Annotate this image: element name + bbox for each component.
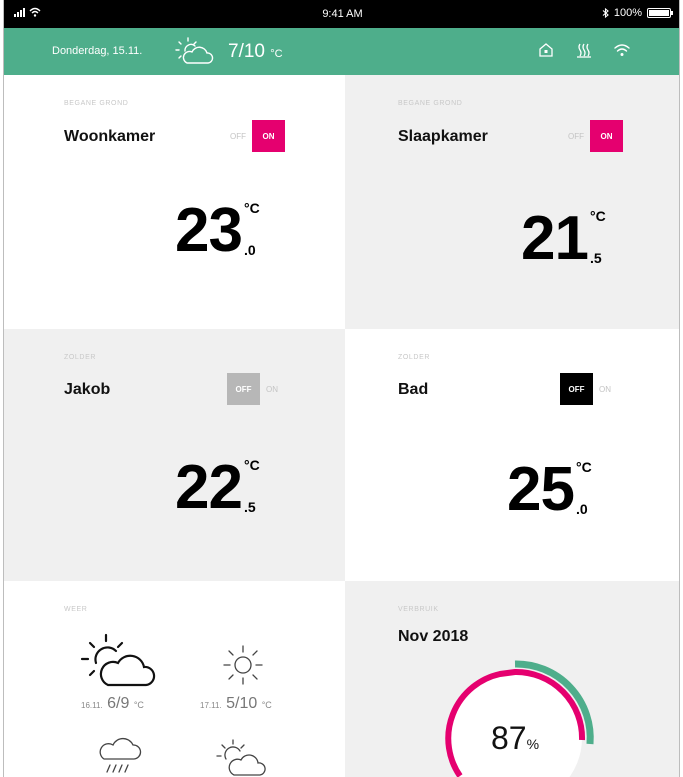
battery-percent: 100% [613,7,642,19]
temp-unit: °C [243,457,260,473]
usage-gauge [445,660,594,777]
partly-cloudy-icon [175,37,214,64]
toggle-off[interactable]: OFF [230,132,246,141]
temp-decimal: .5 [589,250,602,266]
weather-tile[interactable]: WEER 16.11. 6/9 °C 17.11. 5/10 °C [4,581,345,777]
usage-label: VERBRUIK [398,606,439,613]
temp-unit: °C [589,208,606,224]
toggle-off[interactable]: OFF [560,373,593,405]
room-temperature: 23 °C .0 [175,200,260,262]
room-tile-bad[interactable]: ZOLDER Bad OFF ON 25 °C .0 [345,329,679,581]
room-tile-slaapkamer[interactable]: BEGANE GROND Slaapkamer OFF ON 21 °C .5 [345,75,679,329]
usage-percent-value: 87 [491,720,527,756]
toggle-off[interactable]: OFF [568,132,584,141]
header-temp-unit: °C [270,48,283,60]
room-temperature: 25 °C .0 [507,459,592,521]
temp-value: 25 [507,455,575,524]
room-floor: BEGANE GROND [398,100,463,107]
rain-cloud-icon [99,737,142,773]
room-floor: ZOLDER [64,354,96,361]
forecast-item: 17.11. 5/10 °C [200,695,272,713]
room-tile-jakob[interactable]: ZOLDER Jakob OFF ON 22 °C .5 [4,329,345,581]
room-name: Slaapkamer [398,128,488,145]
toggle-on[interactable]: ON [252,120,285,152]
power-toggle[interactable]: OFF ON [560,373,611,405]
bluetooth-icon [602,8,609,18]
temp-decimal: .0 [243,242,256,258]
temp-value: 22 [175,453,243,522]
forecast-unit: °C [133,700,144,710]
room-floor: BEGANE GROND [64,100,129,107]
power-toggle[interactable]: OFF ON [568,120,623,152]
toggle-on[interactable]: ON [599,385,611,394]
toggle-off[interactable]: OFF [227,373,260,405]
usage-percent-unit: % [526,736,540,752]
usage-percent: 87% [491,720,539,757]
app-screen: 9:41 AM 100% Donderdag, 15.11. 7/10 °C B… [3,0,680,777]
app-header: Donderdag, 15.11. 7/10 °C [4,28,679,75]
forecast-range: 6/9 [107,695,130,712]
header-date: Donderdag, 15.11. [52,45,143,57]
header-actions [537,41,631,59]
home-icon[interactable] [537,41,555,59]
room-tile-woonkamer[interactable]: BEGANE GROND Woonkamer OFF ON 23 °C .0 [4,75,345,329]
forecast-item: 16.11. 6/9 °C [81,695,144,713]
forecast-date: 16.11. [81,701,103,710]
room-name: Bad [398,381,429,398]
room-temperature: 22 °C .5 [175,457,260,519]
room-floor: ZOLDER [398,354,430,361]
weather-label: WEER [64,606,88,613]
status-right: 100% [602,7,673,19]
forecast-range: 5/10 [226,695,258,712]
temp-value: 23 [175,196,243,265]
forecast-unit: °C [261,700,272,710]
usage-period: Nov 2018 [398,628,469,645]
header-temp-value: 7/10 [228,41,265,62]
temp-unit: °C [243,200,260,216]
wifi-icon[interactable] [613,41,631,59]
heating-icon[interactable] [575,41,593,59]
partly-cloudy-icon [216,739,266,776]
room-temperature: 21 °C .5 [521,208,606,270]
power-toggle[interactable]: OFF ON [230,120,285,152]
status-time: 9:41 AM [322,8,363,20]
toggle-on[interactable]: ON [590,120,623,152]
usage-tile[interactable]: VERBRUIK Nov 2018 87% [345,581,679,777]
room-name: Jakob [64,381,111,398]
room-name: Woonkamer [64,128,156,145]
status-bar: 9:41 AM 100% [4,0,679,28]
temp-decimal: .0 [575,501,588,517]
sun-icon [223,645,263,685]
toggle-on[interactable]: ON [266,385,278,394]
battery-icon [647,8,673,18]
temp-value: 21 [521,204,589,273]
partly-cloudy-icon [80,633,156,687]
header-temperature: 7/10 °C [228,41,283,63]
temp-decimal: .5 [243,499,256,515]
forecast-date: 17.11. [200,701,222,710]
temp-unit: °C [575,459,592,475]
power-toggle[interactable]: OFF ON [227,373,278,405]
